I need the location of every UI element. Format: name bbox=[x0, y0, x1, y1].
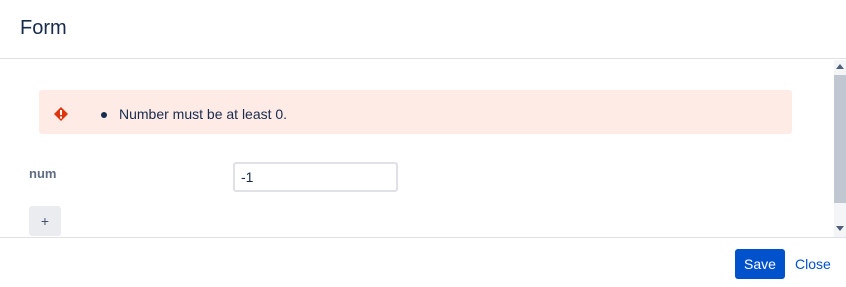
error-message: Number must be at least 0. bbox=[119, 106, 288, 122]
error-panel: Number must be at least 0. bbox=[39, 90, 792, 134]
dialog-title: Form bbox=[20, 17, 67, 39]
error-icon bbox=[53, 106, 69, 122]
form-dialog: Form Number must be at least 0. num + Sa… bbox=[0, 0, 846, 287]
dialog-footer: Save Close bbox=[0, 237, 846, 287]
scroll-thumb[interactable] bbox=[834, 75, 846, 203]
num-input[interactable] bbox=[233, 162, 398, 192]
num-field-label: num bbox=[29, 166, 57, 181]
vertical-scrollbar[interactable] bbox=[834, 60, 846, 237]
add-button[interactable]: + bbox=[29, 206, 61, 236]
dialog-body: Number must be at least 0. num + bbox=[0, 60, 846, 237]
close-button[interactable]: Close bbox=[795, 256, 831, 272]
save-button[interactable]: Save bbox=[735, 249, 785, 279]
scroll-up-arrow-icon[interactable] bbox=[836, 64, 844, 69]
dialog-header: Form bbox=[0, 0, 846, 59]
scroll-down-arrow-icon[interactable] bbox=[836, 226, 844, 231]
bullet-icon bbox=[101, 112, 107, 118]
